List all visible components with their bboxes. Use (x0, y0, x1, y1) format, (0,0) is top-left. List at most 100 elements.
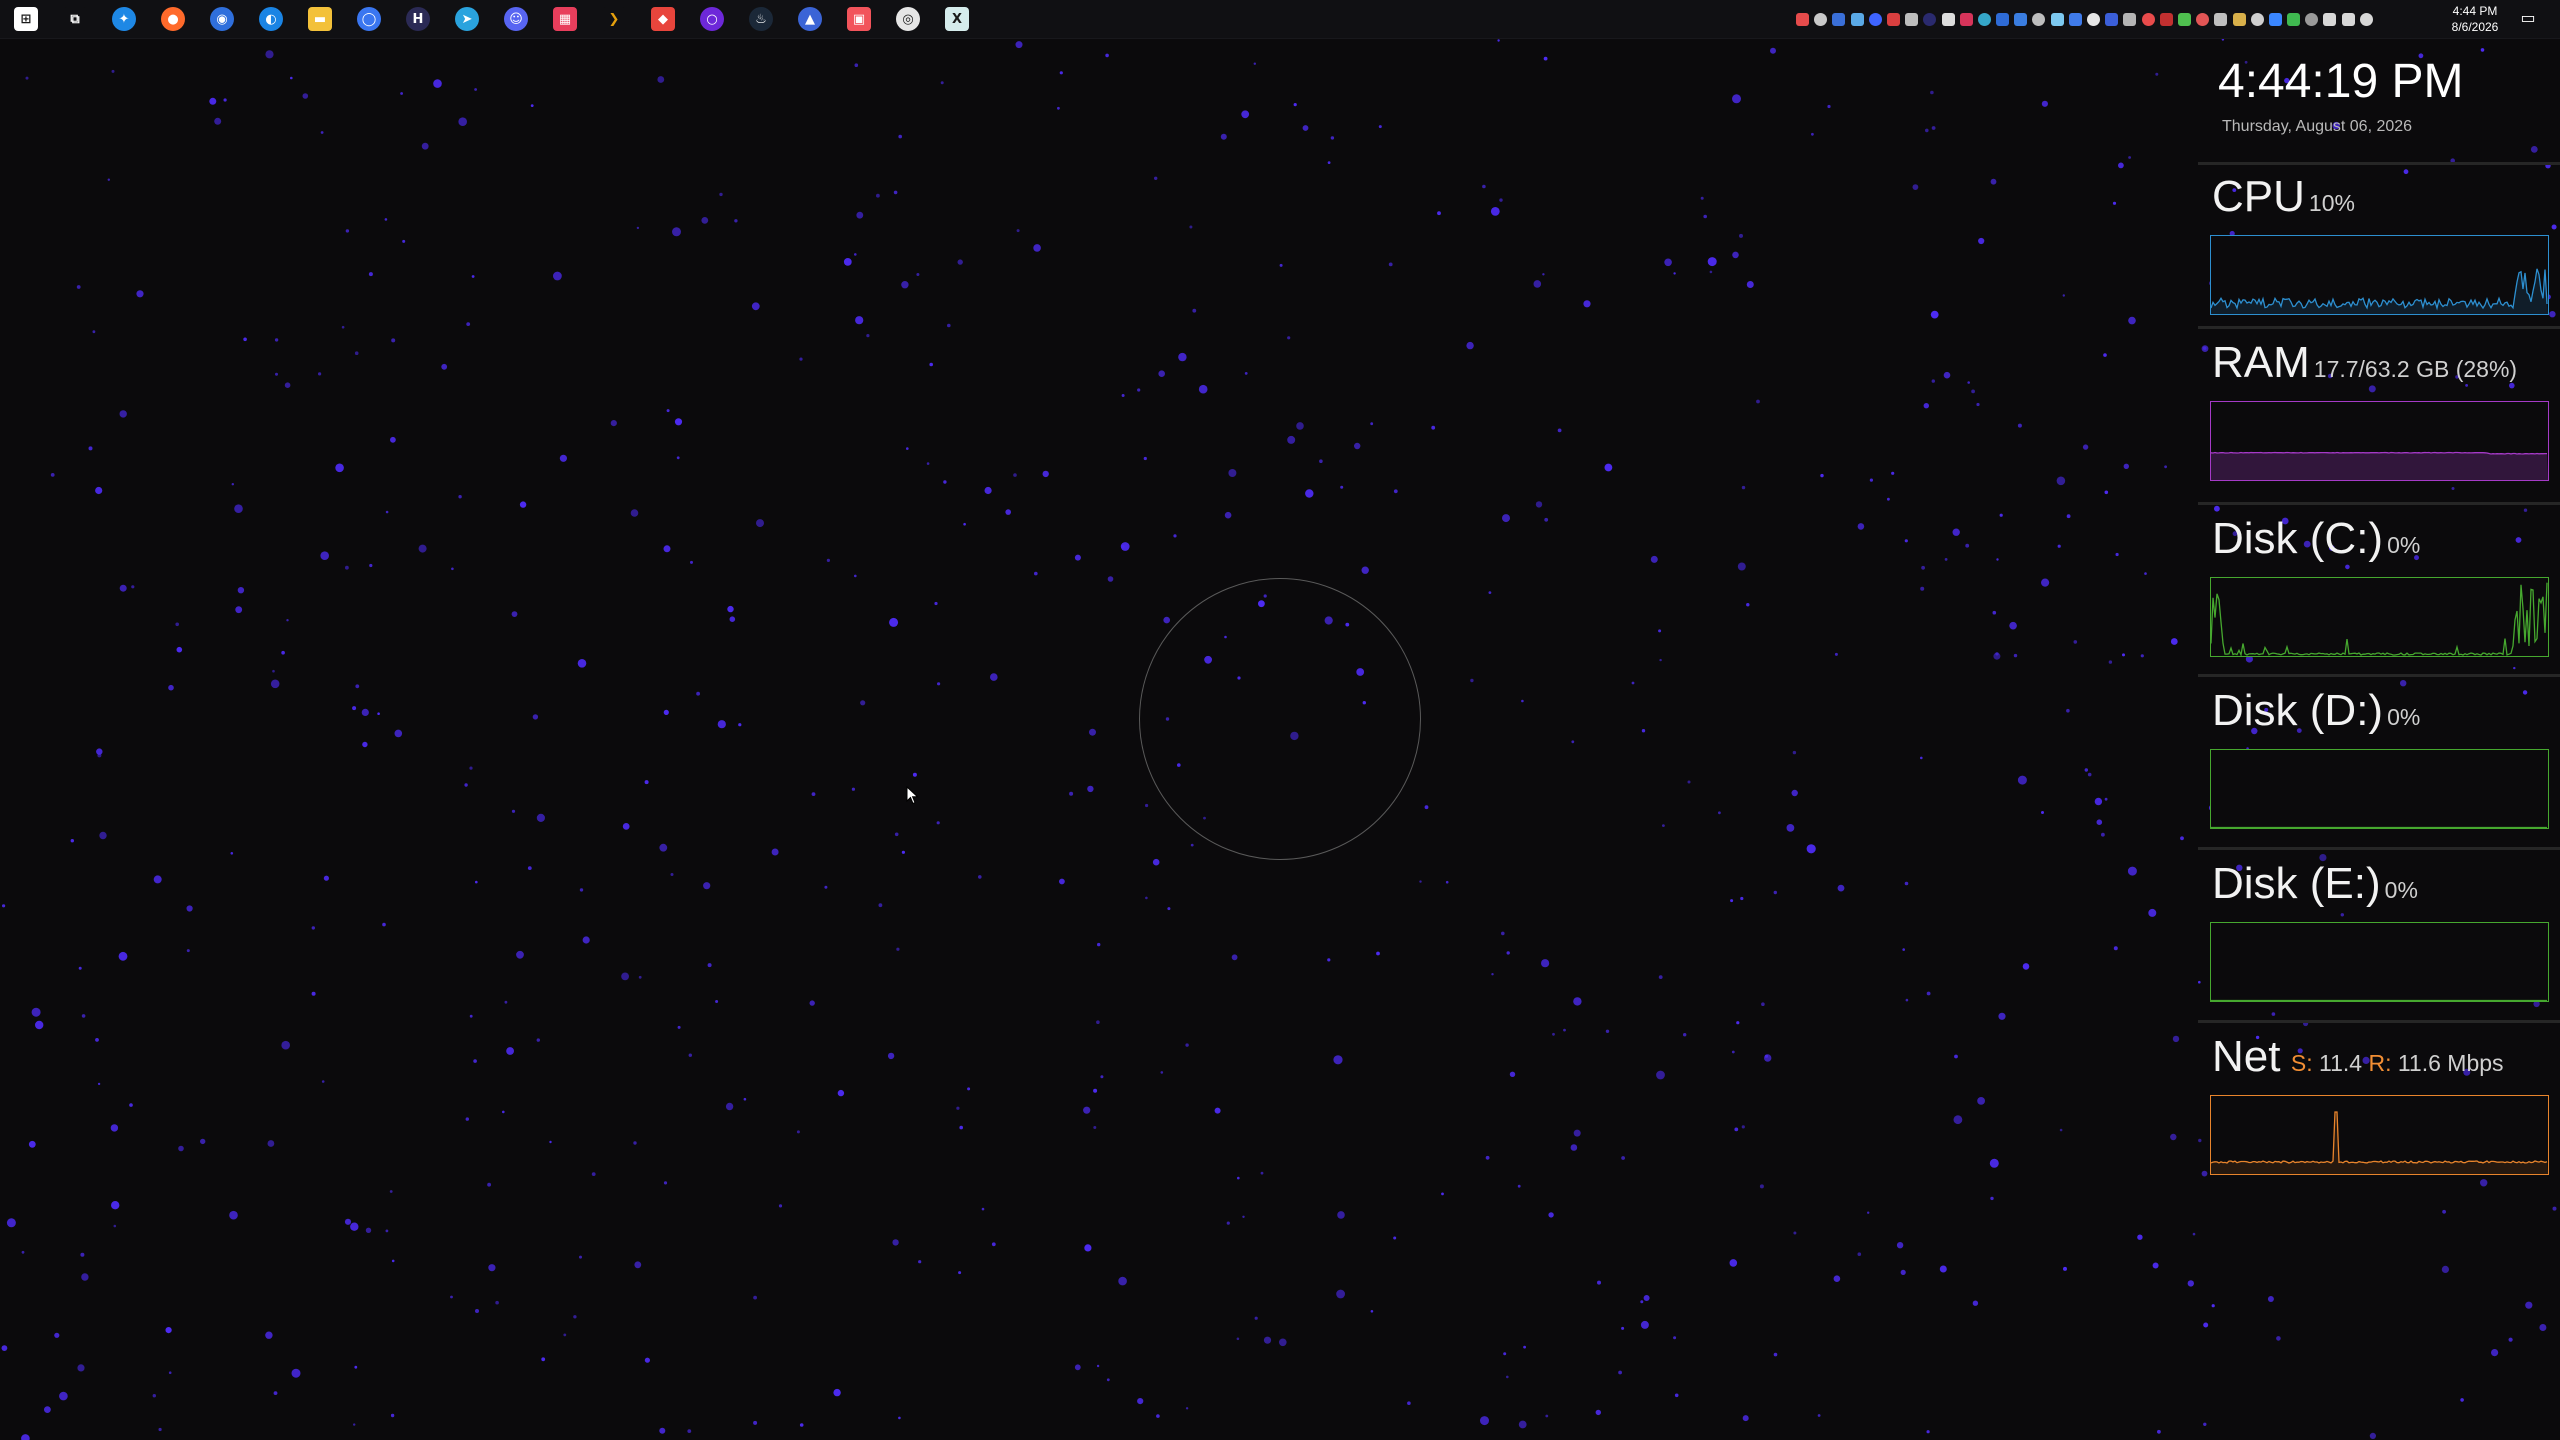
obs-ring-icon: ○ (700, 7, 724, 31)
tray-app-11-icon[interactable] (1996, 12, 2010, 26)
steam-button[interactable]: ♨ (741, 0, 781, 38)
disk-c-title: Disk (C:) (2212, 514, 2384, 563)
tray-app-21-icon[interactable] (2196, 12, 2210, 26)
widget-clock-time: 4:44:19 PM (2218, 55, 2464, 108)
excel-like-button[interactable]: X (937, 0, 977, 38)
ring-widget (1139, 578, 1421, 860)
tray-app-1-icon[interactable] (1796, 12, 1809, 26)
tray-tool-icon[interactable] (1814, 12, 1828, 26)
tray-app-25-icon[interactable] (2268, 12, 2282, 26)
tray-app-16-icon[interactable] (2105, 12, 2119, 26)
system-tray (1796, 0, 2378, 38)
notification-icon[interactable]: ▭ (2518, 9, 2538, 27)
record-button[interactable]: ◎ (888, 0, 928, 38)
edge-button[interactable]: ◐ (251, 0, 291, 38)
start-button[interactable]: ⊞ (6, 0, 46, 38)
disk-e-title: Disk (E:) (2212, 859, 2381, 908)
separator (2198, 674, 2560, 677)
net-values: S: 11.4 R: 11.6 Mbps (2284, 1050, 2504, 1076)
tray-app-27-icon[interactable] (2305, 12, 2319, 26)
steam-icon: ♨ (749, 7, 773, 31)
separator (2198, 847, 2560, 850)
net-title: Net (2212, 1032, 2281, 1081)
system-monitor-widgets: 4:44:19 PM Thursday, August 06, 2026 CPU… (2196, 40, 2560, 1240)
vpn-button[interactable]: ▲ (790, 0, 830, 38)
file-explorer-icon: ▬ (308, 7, 332, 31)
taskbar-clock-date: 8/6/2026 (2451, 20, 2499, 34)
net-send-value: 11.4 (2319, 1050, 2363, 1076)
firefox-button[interactable]: ● (153, 0, 193, 38)
desktop[interactable] (0, 39, 2560, 1440)
net-graph (2210, 1095, 2549, 1175)
disk-c-label: Disk (C:) 0% (2212, 514, 2420, 564)
calendar-app-icon: ▦ (553, 7, 577, 31)
tray-app-12-icon[interactable] (2014, 12, 2028, 26)
tray-app-8-icon[interactable] (1941, 12, 1955, 26)
tray-app-9-icon[interactable] (1959, 12, 1973, 26)
tray-app-17-icon[interactable] (2123, 12, 2137, 26)
signal-button[interactable]: ◯ (349, 0, 389, 38)
tray-app-18-icon[interactable] (2141, 12, 2155, 26)
ram-label: RAM 17.7/63.2 GB (28%) (2212, 338, 2517, 388)
disk-d-value: 0% (2387, 704, 2421, 730)
firefox-icon: ● (161, 7, 185, 31)
tray-usb-icon[interactable] (2323, 12, 2337, 26)
tray-app-5-icon[interactable] (1886, 12, 1900, 26)
disk-e-label: Disk (E:) 0% (2212, 859, 2418, 909)
tray-app-3-icon[interactable] (1850, 12, 1864, 26)
separator (2198, 1020, 2560, 1023)
disk-c-value: 0% (2387, 532, 2421, 558)
tray-app-15-icon[interactable] (2068, 12, 2082, 26)
tray-app-6-icon[interactable] (1905, 12, 1919, 26)
game-controller-icon: ◆ (651, 7, 675, 31)
photo-app-icon: ▣ (847, 7, 871, 31)
edge-icon: ◐ (259, 7, 283, 31)
tray-volume-icon[interactable] (2359, 12, 2373, 26)
separator (2198, 162, 2560, 165)
tray-app-14-icon[interactable] (2050, 12, 2064, 26)
browser-button[interactable]: ✦ (104, 0, 144, 38)
cpu-label: CPU 10% (2212, 172, 2355, 222)
taskbar-clock[interactable]: 4:44 PM 8/6/2026 (2430, 3, 2520, 35)
tray-app-19-icon[interactable] (2159, 12, 2173, 26)
calendar-app-button[interactable]: ▦ (545, 0, 585, 38)
tray-app-23-icon[interactable] (2232, 12, 2246, 26)
vpn-icon: ▲ (798, 7, 822, 31)
file-explorer-button[interactable]: ▬ (300, 0, 340, 38)
disk-d-title: Disk (D:) (2212, 686, 2384, 735)
widget-clock-date: Thursday, August 06, 2026 (2222, 118, 2413, 135)
ram-value: 17.7/63.2 GB (28%) (2313, 356, 2518, 382)
telegram-icon: ➤ (455, 7, 479, 31)
g-dc-line (2211, 582, 2548, 656)
plex-button[interactable]: ❯ (594, 0, 634, 38)
tray-app-22-icon[interactable] (2214, 12, 2228, 26)
tray-app-13-icon[interactable] (2032, 12, 2046, 26)
g-cpu-line (2211, 268, 2548, 314)
tray-app-10-icon[interactable] (1977, 12, 1991, 26)
start-icon: ⊞ (14, 7, 38, 31)
task-view-icon: ⧉ (63, 7, 87, 31)
net-recv-prefix: R: (2368, 1050, 2392, 1076)
tray-app-20-icon[interactable] (2177, 12, 2191, 26)
net-label: Net S: 11.4 R: 11.6 Mbps (2212, 1032, 2504, 1082)
tray-app-4-icon[interactable] (1868, 12, 1882, 26)
obs-ring-button[interactable]: ○ (692, 0, 732, 38)
photo-app-button[interactable]: ▣ (839, 0, 879, 38)
disk-c-graph (2210, 577, 2549, 657)
shield-app-button[interactable]: H (398, 0, 438, 38)
tray-app-24-icon[interactable] (2250, 12, 2264, 26)
mouse-cursor-icon (906, 786, 919, 805)
tray-app-2-icon[interactable] (1832, 12, 1846, 26)
separator (2198, 326, 2560, 329)
tray-network-icon[interactable] (2341, 12, 2355, 26)
tray-send-icon[interactable] (2087, 12, 2100, 26)
task-view-button[interactable]: ⧉ (55, 0, 95, 38)
telegram-button[interactable]: ➤ (447, 0, 487, 38)
discord-button[interactable]: ☺ (496, 0, 536, 38)
game-controller-button[interactable]: ◆ (643, 0, 683, 38)
tray-app-26-icon[interactable] (2287, 12, 2301, 26)
disk-d-label: Disk (D:) 0% (2212, 686, 2420, 736)
tray-app-7-icon[interactable] (1923, 12, 1937, 26)
chrome-button[interactable]: ◉ (202, 0, 242, 38)
ram-title: RAM (2212, 338, 2310, 387)
